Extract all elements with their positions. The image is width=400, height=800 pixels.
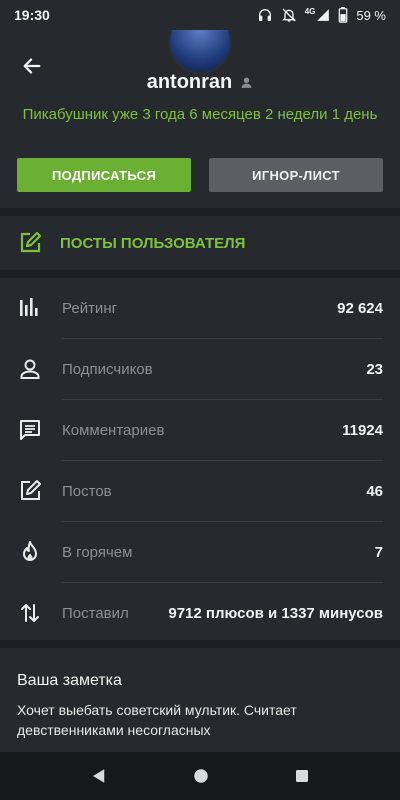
notifications-off-icon — [281, 7, 297, 23]
nav-home-icon[interactable] — [192, 767, 210, 785]
stat-label: Комментариев — [62, 421, 165, 439]
person-icon — [0, 357, 62, 381]
stat-value: 23 — [366, 360, 383, 378]
network-type: 4G — [304, 6, 316, 16]
stat-label: Подписчиков — [62, 360, 153, 378]
user-posts-link[interactable]: ПОСТЫ ПОЛЬЗОВАТЕЛЯ — [0, 216, 400, 270]
battery-icon — [338, 7, 348, 23]
user-icon — [240, 76, 253, 89]
stat-label: Рейтинг — [62, 299, 118, 317]
stat-label: Поставил — [62, 604, 129, 622]
stat-comments: Комментариев 11924 — [0, 400, 400, 460]
stat-label: Постов — [62, 482, 112, 500]
user-note[interactable]: Ваша заметка Хочет выебать советский мул… — [0, 648, 400, 752]
stat-rating: Рейтинг 92 624 — [0, 278, 400, 338]
headphones-icon — [257, 7, 273, 23]
subscribe-button[interactable]: ПОДПИСАТЬСЯ — [17, 158, 191, 192]
ignore-list-button[interactable]: ИГНОР-ЛИСТ — [209, 158, 383, 192]
rating-icon — [0, 296, 62, 320]
nav-recents-icon[interactable] — [294, 768, 310, 784]
battery-percent: 59 % — [356, 7, 386, 23]
signal-icon: 4G — [304, 6, 331, 22]
username: antonran — [146, 70, 233, 93]
stat-votes: Поставил 9712 плюсов и 1337 минусов — [0, 583, 400, 643]
stat-value: 92 624 — [337, 299, 383, 317]
note-text: Хочет выебать советский мультик. Считает… — [17, 702, 297, 738]
edit-icon — [20, 231, 42, 253]
stats-list: Рейтинг 92 624 Подписчиков 23 Комментари… — [0, 278, 400, 640]
sort-arrows-icon — [0, 601, 62, 625]
edit-icon — [0, 479, 62, 503]
profile-header: antonran Пикабушник уже 3 года 6 месяцев… — [0, 30, 400, 208]
stat-value: 9712 плюсов и 1337 минусов — [168, 604, 383, 622]
system-nav-bar — [0, 752, 400, 800]
username-row: antonran — [0, 68, 400, 96]
stat-posts: Постов 46 — [0, 461, 400, 521]
stat-subscribers: Подписчиков 23 — [0, 339, 400, 399]
fire-icon — [0, 540, 62, 564]
stat-label: В горячем — [62, 543, 133, 561]
status-icons: 4G 59 % — [257, 7, 386, 23]
stat-value: 11924 — [342, 421, 383, 439]
status-time: 19:30 — [14, 7, 50, 23]
note-title: Ваша заметка — [17, 672, 122, 689]
status-bar: 19:30 4G 59 % — [0, 0, 400, 30]
stat-value: 7 — [374, 543, 383, 561]
member-since: Пикабушник уже 3 года 6 месяцев 2 недели… — [22, 106, 378, 123]
user-posts-label: ПОСТЫ ПОЛЬЗОВАТЕЛЯ — [60, 234, 246, 252]
comment-icon — [0, 418, 62, 442]
stat-value: 46 — [366, 482, 383, 500]
nav-back-icon[interactable] — [90, 767, 108, 785]
stat-hot: В горячем 7 — [0, 522, 400, 582]
